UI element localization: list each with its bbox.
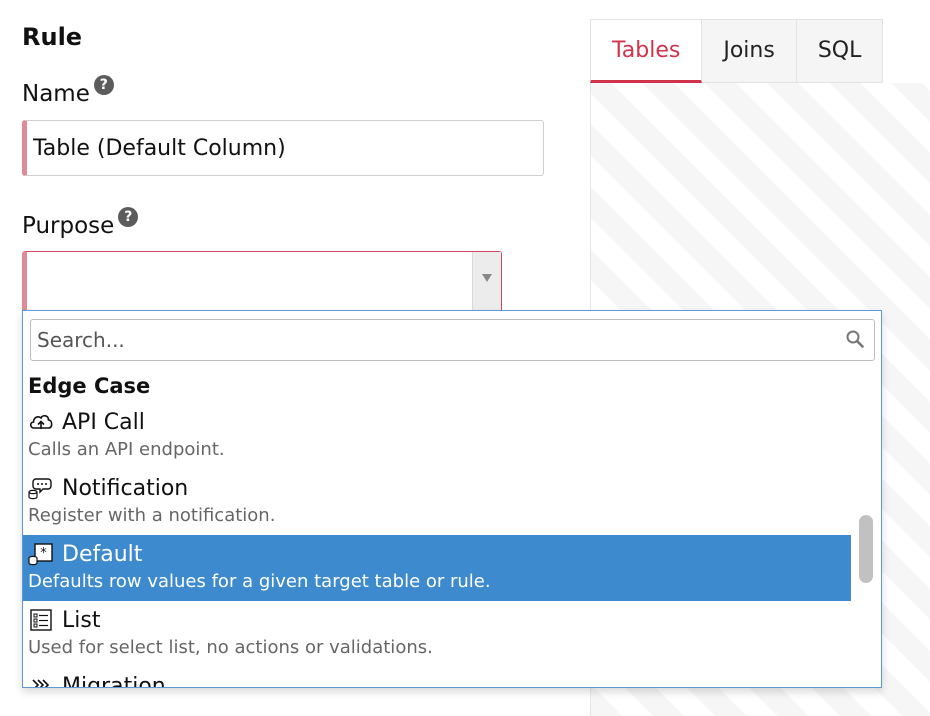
option-title: Default [62,541,143,567]
option-title: Migration [62,673,166,688]
group-label: Edge Case [28,374,151,398]
option-title: List [62,607,101,633]
option-api-call[interactable]: API Call Calls an API endpoint. [23,403,851,469]
search-box [30,319,875,361]
purpose-dropdown: Edge Case API Call Calls an API endpoint… [22,310,882,688]
results-list: Edge Case API Call Calls an API endpoint… [23,369,851,688]
help-icon[interactable]: ? [93,75,114,95]
option-list[interactable]: List Used for select list, no actions or… [23,601,851,667]
tab-tables[interactable]: Tables [590,19,703,83]
option-migration[interactable]: Migration [23,667,851,688]
search-input[interactable] [31,320,843,360]
purpose-select[interactable] [22,251,502,313]
cloud-upload-icon [29,414,53,429]
tab-sql[interactable]: SQL [796,19,884,83]
section-title: Rule [22,23,83,51]
name-label: Name? [22,75,114,109]
option-description: Calls an API endpoint. [28,439,225,460]
help-icon[interactable]: ? [118,207,139,227]
option-notification[interactable]: Notification Register with a notificatio… [23,469,851,535]
svg-text:*: * [40,546,47,561]
purpose-label: Purpose? [22,207,139,241]
tab-bar: Tables Joins SQL [590,19,884,83]
scrollbar[interactable] [851,369,881,687]
name-input[interactable] [22,120,544,176]
select-arrow-button[interactable] [472,252,501,313]
option-description: Used for select list, no actions or vali… [28,637,433,658]
option-title: API Call [62,409,145,435]
option-default[interactable]: * Default Defaults row values for a give… [23,535,851,601]
chevron-down-icon [482,274,492,282]
list-icon [30,609,52,631]
purpose-label-text: Purpose [22,213,115,239]
default-icon: * [28,543,53,566]
search-icon [846,330,864,348]
option-title: Notification [62,475,189,501]
option-description: Defaults row values for a given target t… [28,571,491,592]
tab-joins[interactable]: Joins [702,19,797,83]
name-label-text: Name [22,81,90,107]
migration-icon [32,679,50,687]
option-description: Register with a notification. [28,505,276,526]
notification-icon [28,478,52,500]
scrollbar-thumb[interactable] [859,515,873,583]
